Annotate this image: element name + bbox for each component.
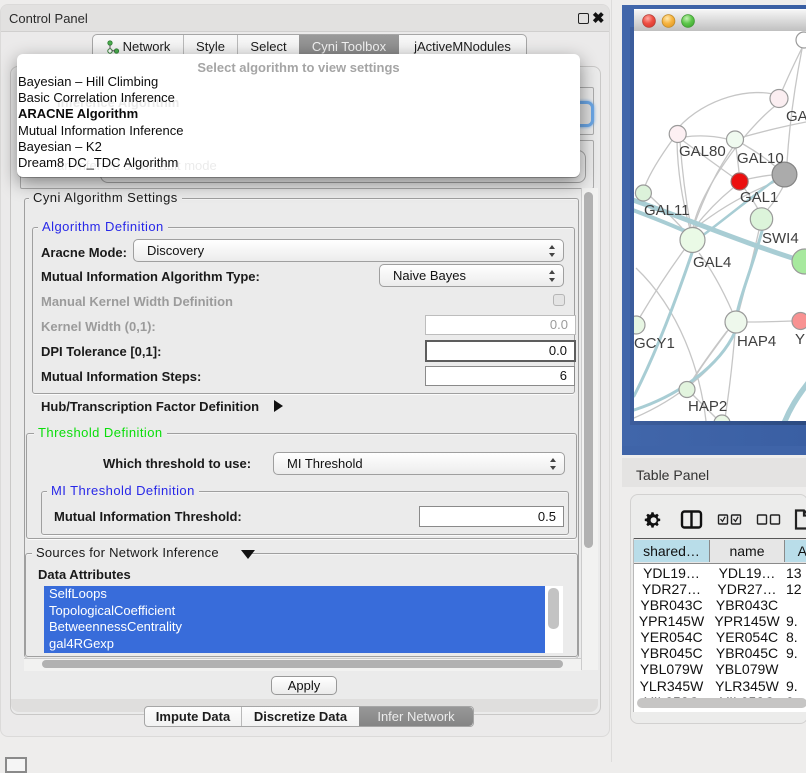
svg-text:GAL: GAL bbox=[786, 108, 806, 125]
svg-text:GAL4: GAL4 bbox=[693, 254, 731, 271]
svg-text:HAP4: HAP4 bbox=[737, 333, 776, 350]
svg-text:GAL11: GAL11 bbox=[644, 202, 690, 219]
svg-text:GAL80: GAL80 bbox=[679, 143, 726, 160]
svg-text:GCY1: GCY1 bbox=[634, 335, 675, 352]
svg-text:HAP2: HAP2 bbox=[688, 398, 727, 415]
svg-text:GAL1: GAL1 bbox=[740, 189, 778, 206]
svg-text:SWI4: SWI4 bbox=[762, 230, 799, 247]
svg-text:Y: Y bbox=[795, 331, 805, 348]
svg-text:GAL10: GAL10 bbox=[737, 150, 784, 167]
